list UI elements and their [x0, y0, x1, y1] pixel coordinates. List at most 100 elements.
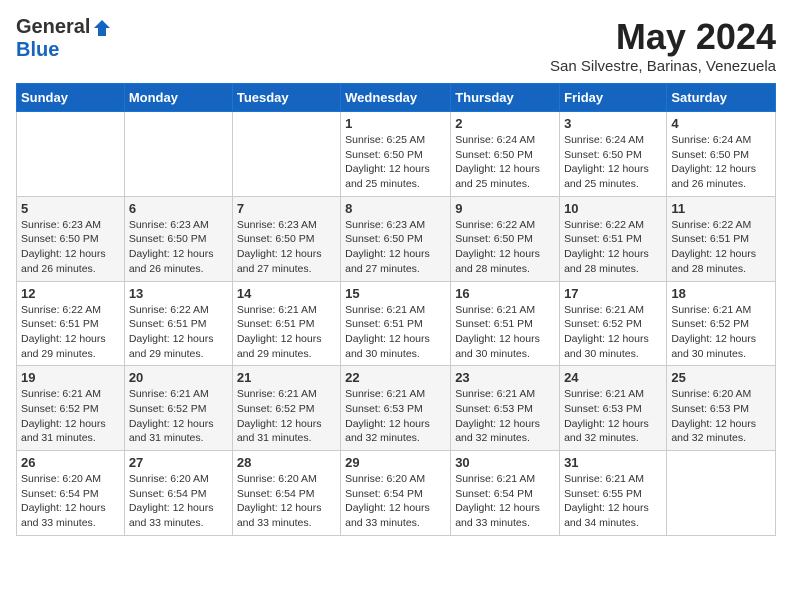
day-number: 1 [345, 116, 446, 131]
calendar-cell: 2 Sunrise: 6:24 AM Sunset: 6:50 PM Daylig… [451, 112, 560, 197]
day-header-tuesday: Tuesday [232, 84, 340, 112]
calendar-cell: 14Sunrise: 6:21 AM Sunset: 6:51 PM Dayli… [232, 281, 340, 366]
calendar-cell: 21 Sunrise: 6:21 AM Sunset: 6:52 PM Dayli… [232, 366, 340, 451]
day-number: 20 [129, 370, 228, 385]
day-number: 12 [21, 286, 120, 301]
day-info: Sunrise: 6:21 AM Sunset: 6:52 PM Dayligh… [237, 387, 336, 446]
calendar-cell: 27 Sunrise: 6:20 AM Sunset: 6:54 PM Dayli… [124, 451, 232, 536]
day-info: Sunrise: 6:21 AM Sunset: 6:55 PM Dayligh… [564, 472, 662, 531]
day-info: Sunrise: 6:20 AM Sunset: 6:54 PM Dayligh… [21, 472, 120, 531]
day-info: Sunrise: 6:21 AM Sunset: 6:52 PM Dayligh… [671, 303, 771, 362]
calendar-week-row: 26 Sunrise: 6:20 AM Sunset: 6:54 PM Dayli… [17, 451, 776, 536]
calendar-cell [17, 112, 125, 197]
location-subtitle: San Silvestre, Barinas, Venezuela [550, 58, 776, 75]
calendar-cell: 9Sunrise: 6:22 AM Sunset: 6:50 PM Daylig… [451, 196, 560, 281]
day-info: Sunrise: 6:21 AM Sunset: 6:52 PM Dayligh… [564, 303, 662, 362]
day-number: 17 [564, 286, 662, 301]
day-number: 11 [671, 201, 771, 216]
day-header-wednesday: Wednesday [341, 84, 451, 112]
day-info: Sunrise: 6:25 AM Sunset: 6:50 PM Dayligh… [345, 133, 446, 192]
day-info: Sunrise: 6:21 AM Sunset: 6:52 PM Dayligh… [129, 387, 228, 446]
day-info: Sunrise: 6:20 AM Sunset: 6:54 PM Dayligh… [345, 472, 446, 531]
calendar-cell: 31 Sunrise: 6:21 AM Sunset: 6:55 PM Dayli… [560, 451, 667, 536]
day-info: Sunrise: 6:21 AM Sunset: 6:53 PM Dayligh… [564, 387, 662, 446]
calendar-cell: 18 Sunrise: 6:21 AM Sunset: 6:52 PM Dayli… [667, 281, 776, 366]
calendar-week-row: 12 Sunrise: 6:22 AM Sunset: 6:51 PM Dayli… [17, 281, 776, 366]
day-info: Sunrise: 6:20 AM Sunset: 6:54 PM Dayligh… [129, 472, 228, 531]
day-info: Sunrise: 6:22 AM Sunset: 6:51 PM Dayligh… [564, 218, 662, 277]
calendar-cell: 25 Sunrise: 6:20 AM Sunset: 6:53 PM Dayli… [667, 366, 776, 451]
day-info: Sunrise: 6:21 AM Sunset: 6:51 PM Dayligh… [455, 303, 555, 362]
calendar-cell: 12 Sunrise: 6:22 AM Sunset: 6:51 PM Dayli… [17, 281, 125, 366]
calendar-cell: 5 Sunrise: 6:23 AM Sunset: 6:50 PM Daylig… [17, 196, 125, 281]
day-number: 24 [564, 370, 662, 385]
page-header: General Blue May 2024 San Silvestre, Bar… [16, 16, 776, 75]
day-header-sunday: Sunday [17, 84, 125, 112]
day-number: 22 [345, 370, 446, 385]
day-number: 25 [671, 370, 771, 385]
calendar-cell: 30 Sunrise: 6:21 AM Sunset: 6:54 PM Dayli… [451, 451, 560, 536]
day-header-thursday: Thursday [451, 84, 560, 112]
logo: General Blue [16, 16, 112, 62]
calendar-cell: 13Sunrise: 6:22 AM Sunset: 6:51 PM Dayli… [124, 281, 232, 366]
day-info: Sunrise: 6:23 AM Sunset: 6:50 PM Dayligh… [129, 218, 228, 277]
calendar-cell: 11 Sunrise: 6:22 AM Sunset: 6:51 PM Dayli… [667, 196, 776, 281]
day-number: 28 [237, 455, 336, 470]
calendar-cell: 20 Sunrise: 6:21 AM Sunset: 6:52 PM Dayli… [124, 366, 232, 451]
day-info: Sunrise: 6:23 AM Sunset: 6:50 PM Dayligh… [21, 218, 120, 277]
calendar-cell: 16 Sunrise: 6:21 AM Sunset: 6:51 PM Dayli… [451, 281, 560, 366]
calendar-cell: 19 Sunrise: 6:21 AM Sunset: 6:52 PM Dayli… [17, 366, 125, 451]
calendar-week-row: 19 Sunrise: 6:21 AM Sunset: 6:52 PM Dayli… [17, 366, 776, 451]
calendar-cell: 26 Sunrise: 6:20 AM Sunset: 6:54 PM Dayli… [17, 451, 125, 536]
day-header-monday: Monday [124, 84, 232, 112]
calendar-cell [124, 112, 232, 197]
calendar-cell: 1 Sunrise: 6:25 AM Sunset: 6:50 PM Daylig… [341, 112, 451, 197]
calendar-cell: 17 Sunrise: 6:21 AM Sunset: 6:52 PM Dayli… [560, 281, 667, 366]
day-number: 16 [455, 286, 555, 301]
calendar-cell: 23 Sunrise: 6:21 AM Sunset: 6:53 PM Dayli… [451, 366, 560, 451]
day-number: 8 [345, 201, 446, 216]
calendar-table: SundayMondayTuesdayWednesdayThursdayFrid… [16, 83, 776, 536]
day-number: 21 [237, 370, 336, 385]
calendar-week-row: 5 Sunrise: 6:23 AM Sunset: 6:50 PM Daylig… [17, 196, 776, 281]
day-info: Sunrise: 6:24 AM Sunset: 6:50 PM Dayligh… [455, 133, 555, 192]
day-number: 30 [455, 455, 555, 470]
month-title: May 2024 [550, 16, 776, 58]
logo-general-text: General [16, 16, 90, 39]
day-number: 2 [455, 116, 555, 131]
day-number: 31 [564, 455, 662, 470]
calendar-week-row: 1 Sunrise: 6:25 AM Sunset: 6:50 PM Daylig… [17, 112, 776, 197]
calendar-cell: 6 Sunrise: 6:23 AM Sunset: 6:50 PM Daylig… [124, 196, 232, 281]
day-info: Sunrise: 6:22 AM Sunset: 6:51 PM Dayligh… [671, 218, 771, 277]
logo-icon [92, 18, 112, 38]
day-number: 23 [455, 370, 555, 385]
calendar-cell: 10 Sunrise: 6:22 AM Sunset: 6:51 PM Dayli… [560, 196, 667, 281]
day-info: Sunrise: 6:21 AM Sunset: 6:53 PM Dayligh… [455, 387, 555, 446]
calendar-cell [232, 112, 340, 197]
day-number: 4 [671, 116, 771, 131]
day-info: Sunrise: 6:23 AM Sunset: 6:50 PM Dayligh… [345, 218, 446, 277]
day-number: 13 [129, 286, 228, 301]
day-number: 10 [564, 201, 662, 216]
day-info: Sunrise: 6:21 AM Sunset: 6:51 PM Dayligh… [237, 303, 336, 362]
day-info: Sunrise: 6:21 AM Sunset: 6:53 PM Dayligh… [345, 387, 446, 446]
day-info: Sunrise: 6:22 AM Sunset: 6:51 PM Dayligh… [21, 303, 120, 362]
calendar-cell: 28 Sunrise: 6:20 AM Sunset: 6:54 PM Dayli… [232, 451, 340, 536]
day-info: Sunrise: 6:20 AM Sunset: 6:54 PM Dayligh… [237, 472, 336, 531]
day-number: 18 [671, 286, 771, 301]
day-info: Sunrise: 6:24 AM Sunset: 6:50 PM Dayligh… [671, 133, 771, 192]
day-number: 15 [345, 286, 446, 301]
day-info: Sunrise: 6:21 AM Sunset: 6:54 PM Dayligh… [455, 472, 555, 531]
day-header-friday: Friday [560, 84, 667, 112]
day-number: 19 [21, 370, 120, 385]
calendar-cell [667, 451, 776, 536]
calendar-header-row: SundayMondayTuesdayWednesdayThursdayFrid… [17, 84, 776, 112]
day-number: 5 [21, 201, 120, 216]
calendar-cell: 22 Sunrise: 6:21 AM Sunset: 6:53 PM Dayli… [341, 366, 451, 451]
day-number: 6 [129, 201, 228, 216]
day-info: Sunrise: 6:21 AM Sunset: 6:52 PM Dayligh… [21, 387, 120, 446]
day-number: 27 [129, 455, 228, 470]
day-info: Sunrise: 6:20 AM Sunset: 6:53 PM Dayligh… [671, 387, 771, 446]
day-info: Sunrise: 6:23 AM Sunset: 6:50 PM Dayligh… [237, 218, 336, 277]
day-number: 26 [21, 455, 120, 470]
